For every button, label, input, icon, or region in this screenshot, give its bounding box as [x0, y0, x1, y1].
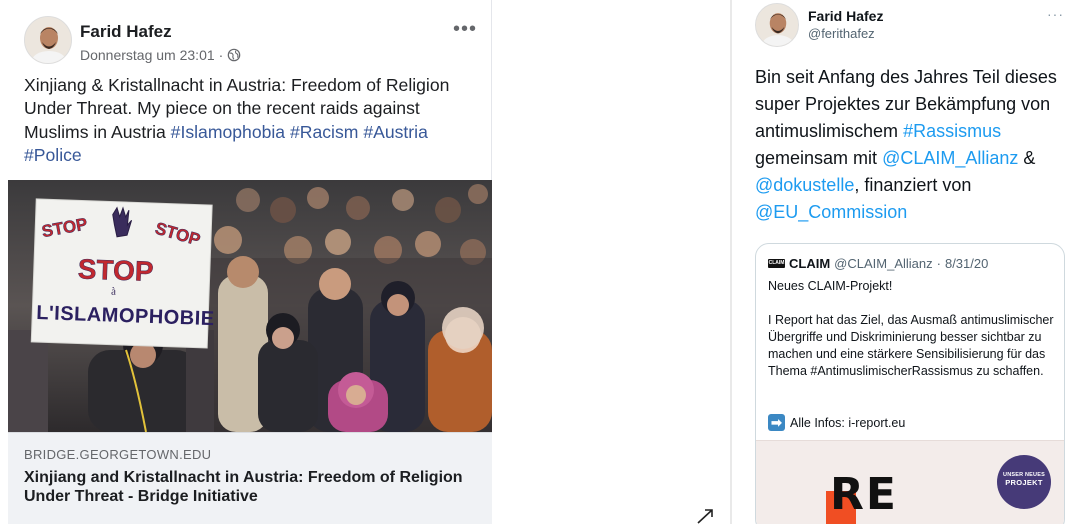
quoted-info-link[interactable]: Alle Infos: i-report.eu [790, 416, 905, 430]
link-preview[interactable]: BRIDGE.GEORGETOWN.EDU Xinjiang and Krist… [8, 432, 492, 524]
author-avatar[interactable] [24, 16, 72, 64]
quoted-info: ➡ Alle Infos: i-report.eu [768, 414, 905, 431]
right-arrow-icon: ➡ [768, 414, 785, 431]
claim-logo-icon: CLAIM [768, 259, 785, 268]
link-domain: BRIDGE.GEORGETOWN.EDU [24, 447, 212, 462]
quoted-author-name[interactable]: CLAIM [789, 256, 830, 271]
hashtag-rassismus[interactable]: #Rassismus [903, 121, 1001, 141]
tweet-more-icon[interactable]: ··· [1047, 6, 1064, 22]
post-text: Xinjiang & Kristallnacht in Austria: Fre… [24, 74, 474, 167]
mention-eu-commission[interactable]: @EU_Commission [755, 202, 907, 222]
tweet-text-part2: gemeinsam mit [755, 148, 878, 168]
tweet-author-name[interactable]: Farid Hafez [808, 8, 883, 24]
author-name[interactable]: Farid Hafez [80, 22, 172, 42]
more-options-icon[interactable]: ••• [453, 18, 477, 41]
facebook-post: Farid Hafez Donnerstag um 23:01 · ••• Xi… [8, 0, 492, 524]
quoted-tweet-header: CLAIM CLAIM @CLAIM_Allianz · 8/31/20 [768, 256, 988, 271]
hashtag-police[interactable]: #Police [24, 145, 82, 165]
project-badge: UNSER NEUES PROJEKT [997, 455, 1051, 509]
badge-line2: PROJEKT [1005, 478, 1043, 487]
sign-stop-center: STOP [77, 253, 154, 287]
quoted-tweet[interactable]: CLAIM CLAIM @CLAIM_Allianz · 8/31/20 Neu… [755, 243, 1065, 524]
quoted-author-handle[interactable]: @CLAIM_Allianz [834, 256, 932, 271]
post-photo[interactable]: STOP STOP STOP à L'ISLAMOPHOBIE [8, 180, 492, 432]
hashtag-racism[interactable]: #Racism [290, 122, 358, 142]
hashtag-islamophobia[interactable]: #Islamophobia [171, 122, 285, 142]
quoted-date[interactable]: 8/31/20 [945, 256, 988, 271]
tweet-text-part3: & [1023, 148, 1036, 168]
quoted-dot: · [936, 256, 941, 271]
tweet-author-handle[interactable]: @ferithafez [808, 26, 875, 41]
screenshot-divider [730, 0, 732, 524]
post-timestamp[interactable]: Donnerstag um 23:01 [80, 47, 215, 63]
tweet: Farid Hafez @ferithafez ··· Bin seit Anf… [740, 0, 1072, 524]
tweet-text-part4: , finanziert von [854, 175, 972, 195]
quoted-tweet-body: Neues CLAIM-Projekt! I Report hat das Zi… [768, 278, 1060, 380]
mention-dokustelle[interactable]: @dokustelle [755, 175, 854, 195]
globe-icon [228, 48, 241, 62]
quoted-line1: Neues CLAIM-Projekt! [768, 279, 893, 293]
link-title[interactable]: Xinjiang and Kristallnacht in Austria: F… [24, 468, 476, 506]
hashtag-austria[interactable]: #Austria [363, 122, 428, 142]
image-title-text: RE [830, 469, 898, 520]
meta-separator: · [218, 47, 224, 63]
quoted-body: I Report hat das Ziel, das Ausmaß antimu… [768, 313, 1054, 378]
post-meta: Donnerstag um 23:01 · [80, 47, 241, 63]
expand-icon[interactable] [696, 509, 714, 524]
mention-claim-allianz[interactable]: @CLAIM_Allianz [882, 148, 1018, 168]
sign-a: à [111, 286, 116, 298]
tweet-author-avatar[interactable] [755, 3, 799, 47]
tweet-text: Bin seit Anfang des Jahres Teil dieses s… [755, 64, 1060, 226]
quoted-image[interactable]: RE UNSER NEUES PROJEKT [756, 440, 1064, 524]
